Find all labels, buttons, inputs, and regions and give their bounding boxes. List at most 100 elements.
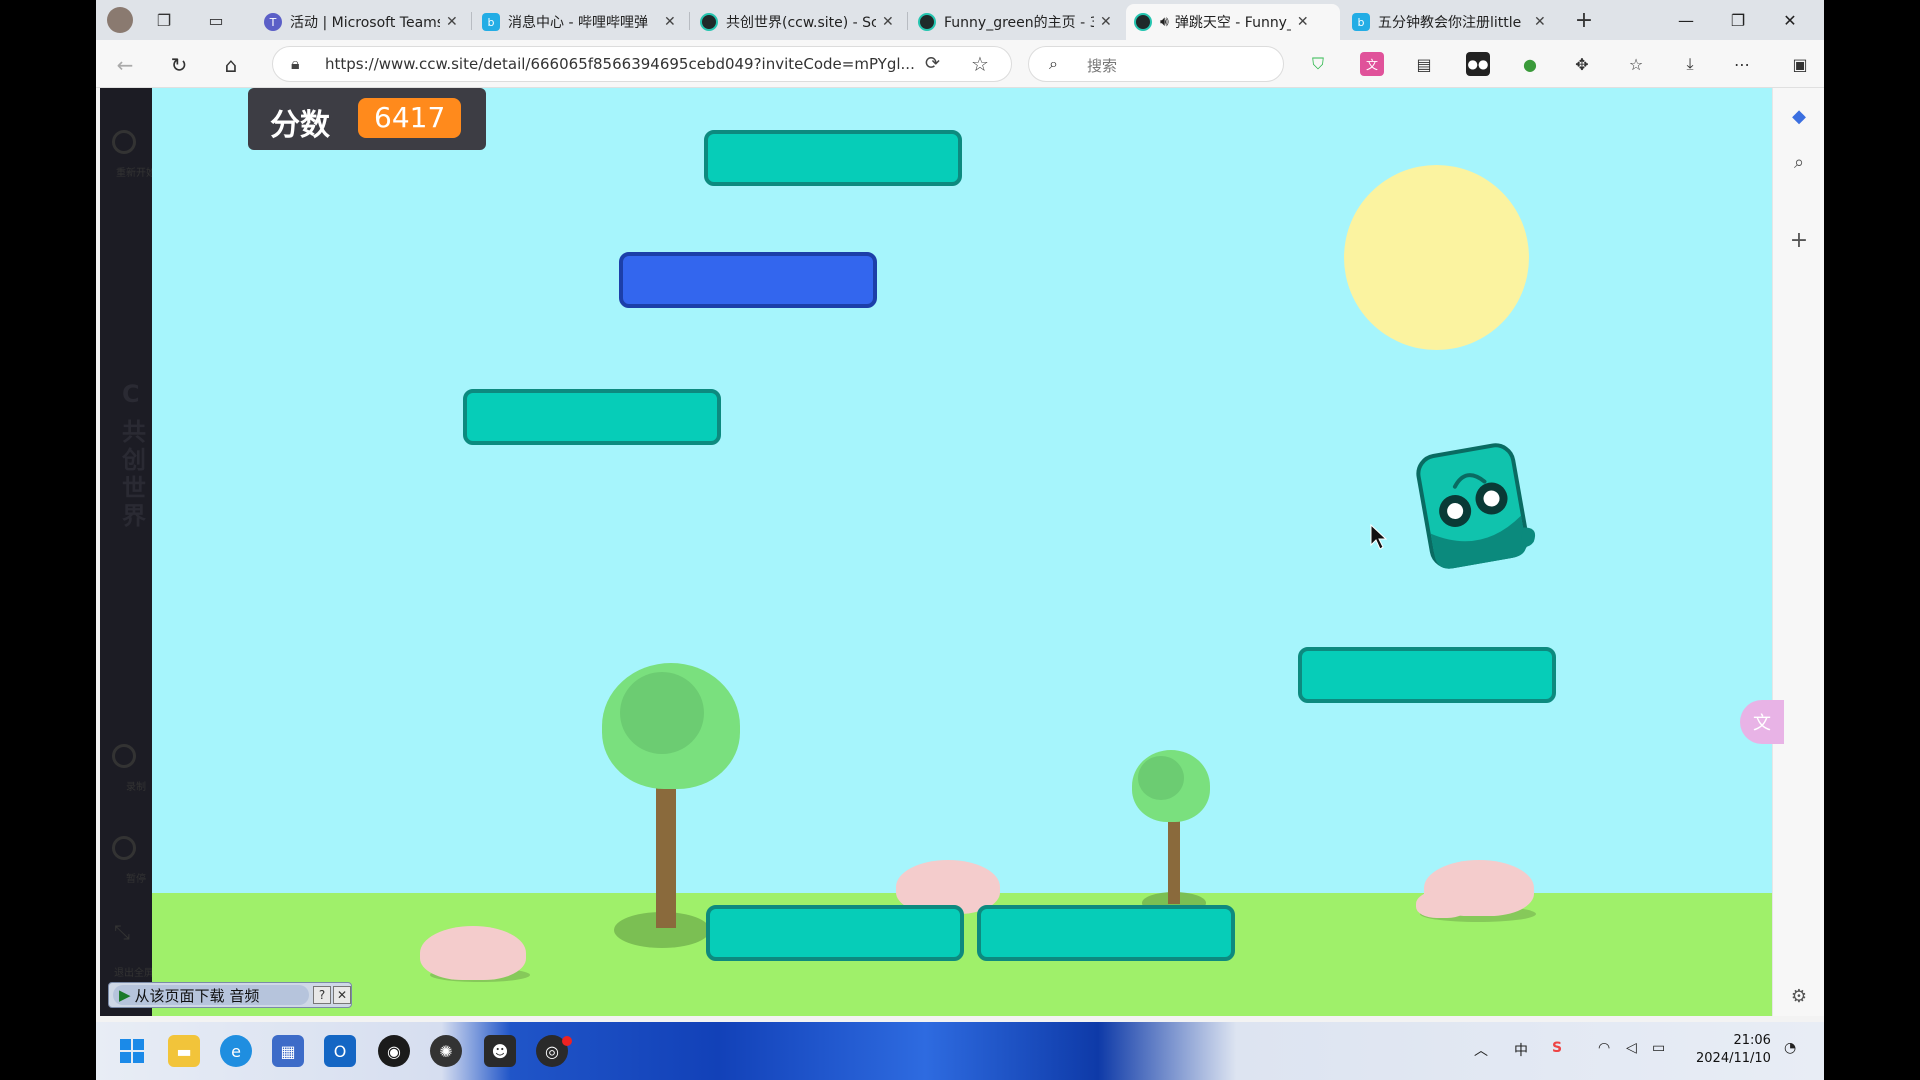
clock-date: 2024/11/10: [1696, 1051, 1771, 1066]
tab-separator: [907, 12, 908, 30]
brand-char: 界: [122, 502, 146, 530]
tree-highlight: [620, 672, 704, 754]
tab-teams[interactable]: T 活动 | Microsoft Teams ✕: [256, 4, 468, 40]
home-button[interactable]: ⌂: [216, 50, 246, 80]
windows-taskbar: ▬ e ▦ O ◉ ✺ ☻ ◎ ︿ 中 S ◠ ◁ ▭ 21:06 2024/1…: [96, 1022, 1824, 1080]
notification-icon[interactable]: ◔: [1784, 1040, 1796, 1056]
clock-time: 21:06: [1733, 1033, 1771, 1048]
tab-bouncing-sky[interactable]: 🔊︎ 弹跳天空 - Funny_ ✕: [1126, 4, 1340, 40]
tab-bilibili-messages[interactable]: b 消息中心 - 哔哩哔哩弹 ✕: [474, 4, 686, 40]
new-tab-button[interactable]: +: [1570, 6, 1598, 34]
close-tab-icon[interactable]: ✕: [664, 14, 676, 30]
close-tab-icon[interactable]: ✕: [1534, 14, 1546, 30]
battery-icon[interactable]: ▭: [1652, 1040, 1665, 1056]
tab-separator: [689, 12, 690, 30]
brand-char: 共: [122, 418, 146, 446]
search-box[interactable]: ⌕ 搜索: [1028, 46, 1284, 82]
wifi-icon[interactable]: ◠: [1598, 1040, 1610, 1056]
teams-icon: T: [264, 13, 282, 31]
bilibili-icon: b: [482, 13, 500, 31]
chatgpt-icon[interactable]: ✺: [430, 1035, 462, 1067]
file-explorer-icon[interactable]: ▬: [168, 1035, 200, 1067]
edge-browser-icon[interactable]: e: [220, 1035, 252, 1067]
volume-icon[interactable]: ◁: [1626, 1040, 1637, 1056]
translate-float-button[interactable]: 文: [1740, 700, 1784, 744]
refresh-button[interactable]: ↻: [164, 50, 194, 80]
globe-extension-icon[interactable]: ●: [1518, 52, 1542, 76]
github-icon[interactable]: ◉: [378, 1035, 410, 1067]
tampermonkey-icon[interactable]: ●●: [1466, 52, 1490, 76]
rock: [1416, 890, 1468, 918]
record-label[interactable]: 录制: [126, 778, 146, 793]
search-icon: ⌕: [1049, 54, 1058, 73]
platform-blue: [619, 252, 877, 308]
favorite-star-icon[interactable]: ☆: [971, 52, 989, 76]
restart-label[interactable]: 重新开始: [116, 164, 156, 179]
close-tab-icon[interactable]: ✕: [1100, 14, 1112, 30]
edge-sidebar: ◆ ⌕ + ⚙: [1772, 88, 1824, 1016]
microsoft-store-icon[interactable]: ▦: [272, 1035, 304, 1067]
tab-bar: ❐ ▭ T 活动 | Microsoft Teams ✕ b 消息中心 - 哔哩…: [96, 0, 1824, 40]
close-tab-icon[interactable]: ✕: [446, 14, 458, 30]
lock-icon[interactable]: 🔒︎: [291, 54, 300, 74]
url-text[interactable]: https://www.ccw.site/detail/666065f85663…: [325, 55, 915, 73]
sidebar-toggle-icon[interactable]: ▣: [1788, 52, 1812, 76]
collections-icon[interactable]: ▤: [1412, 52, 1436, 76]
pause-label[interactable]: 暂停: [126, 870, 146, 885]
close-window-button[interactable]: ✕: [1764, 0, 1816, 40]
tab-label: 五分钟教会你注册little: [1378, 15, 1522, 31]
screen: ❐ ▭ T 活动 | Microsoft Teams ✕ b 消息中心 - 哔哩…: [96, 0, 1824, 1080]
restart-icon[interactable]: [112, 130, 136, 154]
ccw-icon: [918, 13, 936, 31]
close-tab-icon[interactable]: ✕: [1297, 14, 1309, 30]
help-button[interactable]: ?: [313, 986, 331, 1004]
address-bar[interactable]: 🔒︎ https://www.ccw.site/detail/666065f85…: [272, 46, 1012, 82]
tab-actions-icon[interactable]: ▭: [202, 6, 230, 34]
close-download-bar-button[interactable]: ✕: [333, 986, 351, 1004]
system-clock[interactable]: 21:06 2024/11/10: [1696, 1032, 1771, 1068]
favorites-icon[interactable]: ☆: [1624, 52, 1648, 76]
play-icon: ▶: [119, 986, 131, 1004]
bilibili-icon: b: [1352, 13, 1370, 31]
download-audio-button[interactable]: ▶ 从该页面下载 音频: [113, 985, 309, 1005]
ccw-icon: [1134, 13, 1152, 31]
score-label: 分数: [270, 108, 330, 143]
downloads-icon[interactable]: ⤓: [1678, 52, 1702, 76]
more-menu-icon[interactable]: ⋯: [1730, 52, 1754, 76]
tab-register-tutorial[interactable]: b 五分钟教会你注册little ✕: [1344, 4, 1556, 40]
speaker-icon[interactable]: 🔊︎: [1160, 14, 1169, 30]
exit-fullscreen-label[interactable]: 退出全屏: [114, 964, 154, 979]
sidebar-settings-icon[interactable]: ⚙: [1787, 984, 1811, 1008]
tree-trunk: [656, 778, 676, 928]
exit-fullscreen-icon[interactable]: ⤡: [114, 920, 130, 944]
tab-ccw-site[interactable]: 共创世界(ccw.site) - Sc ✕: [692, 4, 904, 40]
tab-funny-green-home[interactable]: Funny_green的主页 - 3 ✕: [910, 4, 1122, 40]
back-button[interactable]: ←: [110, 50, 140, 80]
restore-button[interactable]: ❐: [1712, 0, 1764, 40]
outlook-icon[interactable]: O: [324, 1035, 356, 1067]
ccw-icon: [700, 13, 718, 31]
record-icon[interactable]: [112, 744, 136, 768]
shield-extension-icon[interactable]: ⛉: [1306, 52, 1330, 76]
pause-icon[interactable]: [112, 836, 136, 860]
sidebar-search-icon[interactable]: ⌕: [1787, 150, 1811, 174]
show-hidden-icons[interactable]: ︿: [1474, 1040, 1488, 1060]
game-app-icon[interactable]: ☻: [484, 1035, 516, 1067]
windows-start-icon[interactable]: [116, 1035, 148, 1067]
add-sidebar-app-icon[interactable]: +: [1787, 228, 1811, 253]
game-stage[interactable]: [152, 88, 1772, 1016]
tree-highlight: [1138, 756, 1184, 800]
shopping-tag-icon[interactable]: ◆: [1787, 104, 1811, 128]
page-left-panel: 重新开始 C 共 创 世 界 录制 暂停 ⤡ 退出全屏: [100, 88, 156, 1016]
platform: [704, 130, 962, 186]
sogou-input-icon[interactable]: S: [1552, 1040, 1562, 1056]
extensions-puzzle-icon[interactable]: ✥: [1570, 52, 1594, 76]
translate-extension-icon[interactable]: 文: [1360, 52, 1384, 76]
profile-avatar[interactable]: [106, 6, 134, 34]
platform: [977, 905, 1235, 961]
read-aloud-icon[interactable]: ⟳: [925, 53, 940, 74]
workspaces-icon[interactable]: ❐: [150, 6, 178, 34]
ime-indicator[interactable]: 中: [1514, 1040, 1528, 1060]
minimize-button[interactable]: —: [1660, 0, 1712, 40]
close-tab-icon[interactable]: ✕: [882, 14, 894, 30]
